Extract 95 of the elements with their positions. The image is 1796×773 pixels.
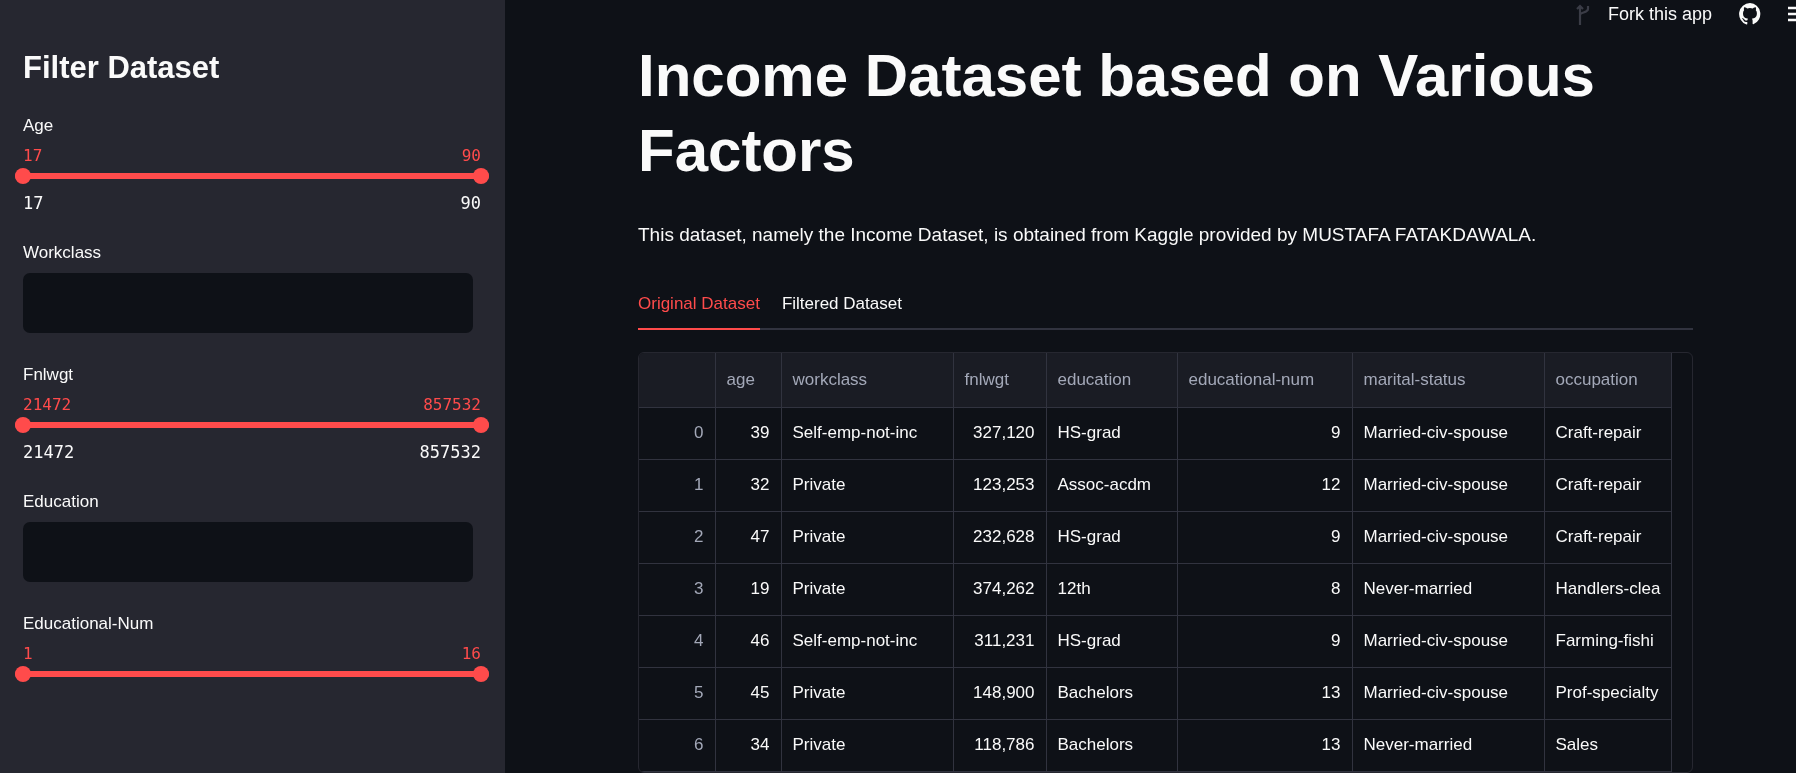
table-cell: Sales xyxy=(1544,719,1672,771)
table-cell: Private xyxy=(781,459,953,511)
table-cell: HS-grad xyxy=(1046,511,1177,563)
column-header[interactable]: educational-num xyxy=(1177,353,1352,407)
table-cell: Private xyxy=(781,563,953,615)
slider-value: 17 xyxy=(23,146,43,165)
table-cell: Never-married xyxy=(1352,719,1544,771)
table-cell: Prof-specialty xyxy=(1544,667,1672,719)
table-cell: Never-married xyxy=(1352,563,1544,615)
row-index: 6 xyxy=(639,719,715,771)
table-cell: Private xyxy=(781,719,953,771)
slider-min: 17 xyxy=(23,193,44,213)
table-cell: 9 xyxy=(1177,511,1352,563)
slider-handle[interactable] xyxy=(15,417,31,433)
slider-handle[interactable] xyxy=(15,666,31,682)
column-header[interactable]: marital-status xyxy=(1352,353,1544,407)
fork-icon xyxy=(1575,3,1590,25)
slider-value: 16 xyxy=(461,644,481,663)
table-cell: Self-emp-not-inc xyxy=(781,615,953,667)
table-cell: Bachelors xyxy=(1046,719,1177,771)
row-index: 0 xyxy=(639,407,715,459)
table-cell: 46 xyxy=(715,615,781,667)
table-cell: Private xyxy=(781,511,953,563)
slider-max: 90 xyxy=(460,193,481,213)
table-cell: Self-emp-not-inc xyxy=(781,407,953,459)
table-cell: 374,262 xyxy=(953,563,1046,615)
table-cell: HS-grad xyxy=(1046,407,1177,459)
menu-icon[interactable] xyxy=(1788,5,1796,23)
fork-link[interactable]: Fork this app xyxy=(1575,3,1712,25)
filter-label: Educational-Num xyxy=(23,614,155,634)
slider-max: 857532 xyxy=(419,442,481,462)
filter-label: Education xyxy=(23,492,100,512)
page-title: Income Dataset based on Various Factors xyxy=(638,41,1596,186)
column-header[interactable]: occupation xyxy=(1544,353,1672,407)
table-cell: 232,628 xyxy=(953,511,1046,563)
row-index: 1 xyxy=(639,459,715,511)
table-cell: 8 xyxy=(1177,563,1352,615)
table-cell: Assoc-acdm xyxy=(1046,459,1177,511)
table-cell: Bachelors xyxy=(1046,667,1177,719)
table-cell: 118,786 xyxy=(953,719,1046,771)
filter-label: Age xyxy=(23,116,55,136)
filter-label: Workclass xyxy=(23,243,103,263)
table-cell: Craft-repair xyxy=(1544,459,1672,511)
table-cell: HS-grad xyxy=(1046,615,1177,667)
github-icon[interactable] xyxy=(1738,2,1762,26)
filter-label: Fnlwgt xyxy=(23,365,75,385)
table-cell: Craft-repair xyxy=(1544,511,1672,563)
slider-handle[interactable] xyxy=(473,168,489,184)
table-cell: 9 xyxy=(1177,615,1352,667)
table-cell: 13 xyxy=(1177,719,1352,771)
table-cell: 12th xyxy=(1046,563,1177,615)
column-header[interactable]: fnlwgt xyxy=(953,353,1046,407)
table-cell: Married-civ-spouse xyxy=(1352,615,1544,667)
row-index: 4 xyxy=(639,615,715,667)
slider-handle[interactable] xyxy=(15,168,31,184)
table-cell: 32 xyxy=(715,459,781,511)
slider-value: 857532 xyxy=(423,395,481,414)
description: This dataset, namely the Income Dataset, is obtained from Kaggle provided by MUSTAFA FATAKDAWALA. xyxy=(638,224,1538,246)
table-cell: 327,120 xyxy=(953,407,1046,459)
slider-min: 21472 xyxy=(23,442,75,462)
table-cell: Married-civ-spouse xyxy=(1352,407,1544,459)
table-cell: Farming-fishi xyxy=(1544,615,1672,667)
row-index: 2 xyxy=(639,511,715,563)
table-cell: 311,231 xyxy=(953,615,1046,667)
table-cell: Private xyxy=(781,667,953,719)
slider-handle[interactable] xyxy=(473,417,489,433)
table-cell: 45 xyxy=(715,667,781,719)
column-header[interactable]: workclass xyxy=(781,353,953,407)
table-cell: 39 xyxy=(715,407,781,459)
table-cell: 9 xyxy=(1177,407,1352,459)
table-cell: 34 xyxy=(715,719,781,771)
row-index: 5 xyxy=(639,667,715,719)
table-cell: Married-civ-spouse xyxy=(1352,459,1544,511)
multiselect-field[interactable] xyxy=(23,522,473,582)
table-cell: 47 xyxy=(715,511,781,563)
slider-value: 21472 xyxy=(23,395,72,414)
tab[interactable]: Filtered Dataset xyxy=(781,294,902,330)
table-cell: Married-civ-spouse xyxy=(1352,667,1544,719)
sidebar-title: Filter Dataset xyxy=(23,50,221,86)
column-header[interactable]: age xyxy=(715,353,781,407)
table-cell: 19 xyxy=(715,563,781,615)
row-index: 3 xyxy=(639,563,715,615)
table-cell: Handlers-clea xyxy=(1544,563,1672,615)
table-cell: 123,253 xyxy=(953,459,1046,511)
table-cell: 12 xyxy=(1177,459,1352,511)
table-cell: Craft-repair xyxy=(1544,407,1672,459)
column-header[interactable]: education xyxy=(1046,353,1177,407)
tab[interactable]: Original Dataset xyxy=(638,294,760,330)
slider-handle[interactable] xyxy=(473,666,489,682)
slider-value: 90 xyxy=(461,146,481,165)
multiselect-field[interactable] xyxy=(23,273,473,333)
slider-value: 1 xyxy=(23,644,33,663)
table-cell: Married-civ-spouse xyxy=(1352,511,1544,563)
table-cell: 13 xyxy=(1177,667,1352,719)
table-cell: 148,900 xyxy=(953,667,1046,719)
